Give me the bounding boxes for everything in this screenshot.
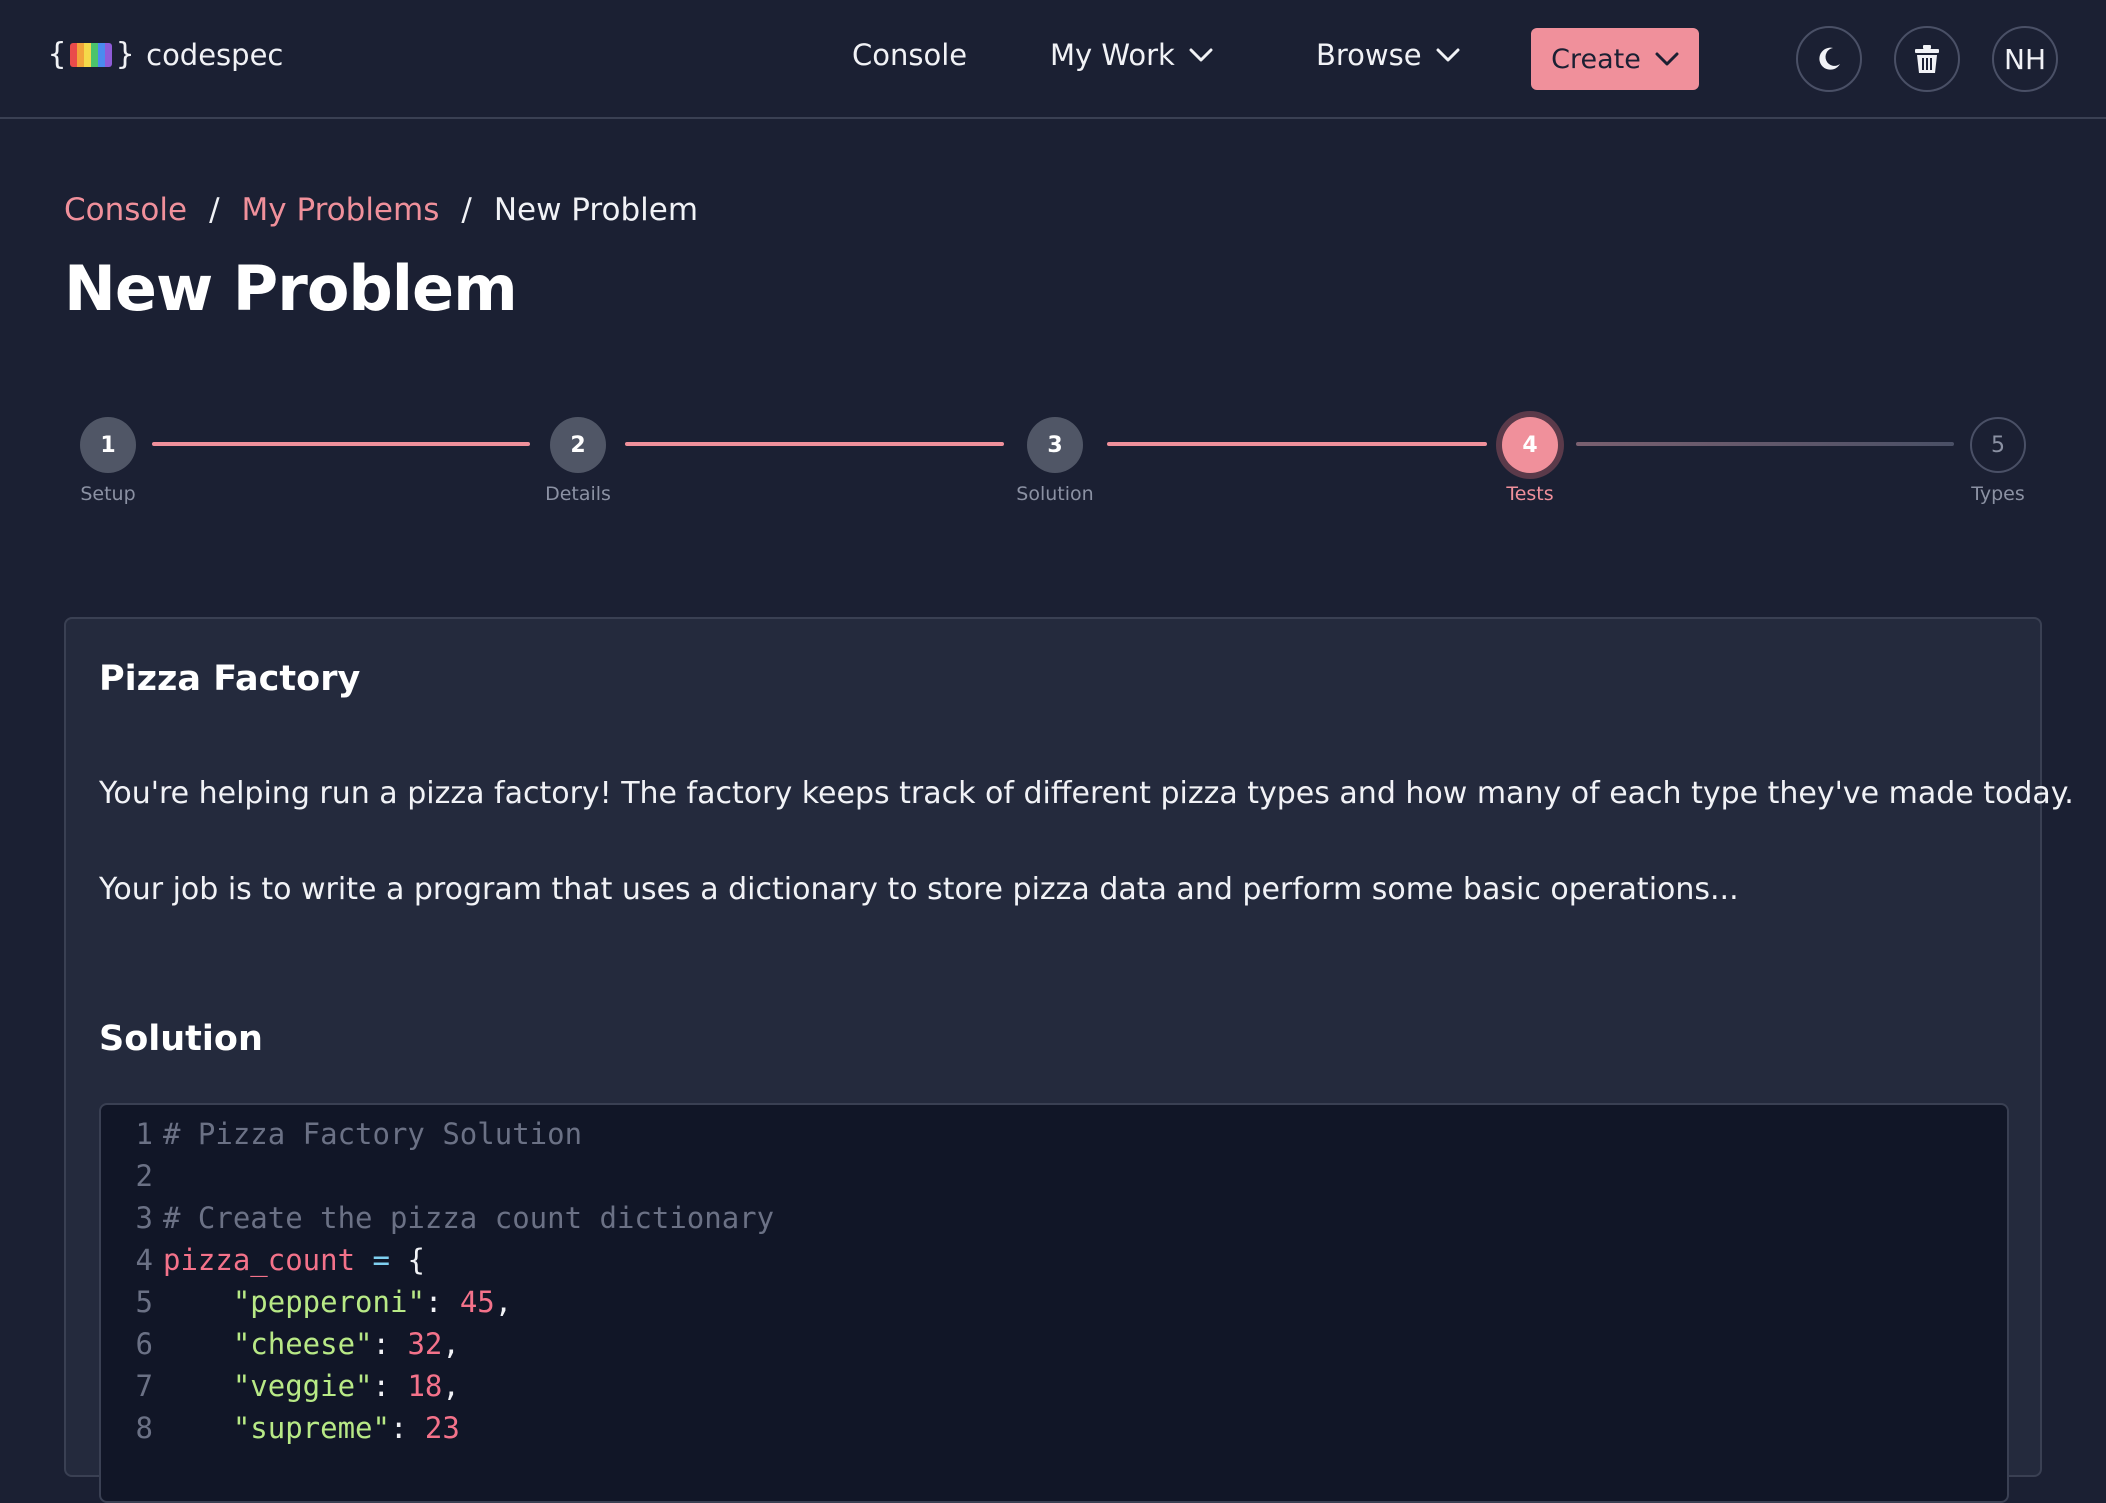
line-number: 5	[135, 1285, 153, 1319]
codespec-logo[interactable]: { } codespec	[48, 37, 283, 72]
code-text: "veggie": 18,	[232, 1369, 460, 1403]
stepper-connector	[625, 442, 1004, 446]
code-text: pizza_count = {	[163, 1243, 425, 1277]
nav-browse-label: Browse	[1316, 38, 1422, 72]
avatar-initials: NH	[2004, 42, 2046, 76]
step-details[interactable]: 2 Details	[518, 417, 638, 505]
logo-text: codespec	[146, 37, 284, 72]
logo-brace-close: }	[116, 37, 135, 72]
page-title: New Problem	[64, 252, 518, 325]
step-label: Solution	[1016, 483, 1094, 505]
problem-description-paragraph: Your job is to write a program that uses…	[99, 872, 1739, 907]
line-number: 6	[135, 1327, 153, 1361]
code-line: 7 "veggie": 18,	[101, 1365, 2007, 1407]
problem-title: Pizza Factory	[99, 659, 361, 699]
stepper-connector	[152, 442, 530, 446]
chevron-down-icon	[1436, 48, 1460, 62]
nav-my-work-label: My Work	[1050, 38, 1175, 72]
step-number: 1	[80, 417, 136, 473]
code-line: 2	[101, 1155, 2007, 1197]
code-line: 5 "pepperoni": 45,	[101, 1281, 2007, 1323]
trash-icon	[1915, 45, 1939, 73]
top-navigation-bar: { } codespec Console My Work Browse Crea…	[0, 0, 2106, 119]
solution-code-editor[interactable]: 1 # Pizza Factory Solution 2 3 # Create th…	[99, 1103, 2009, 1503]
create-button[interactable]: Create	[1531, 28, 1699, 90]
nav-console-label: Console	[852, 38, 968, 72]
code-line: 1 # Pizza Factory Solution	[101, 1113, 2007, 1155]
solution-heading: Solution	[99, 1019, 263, 1059]
line-number: 2	[135, 1159, 153, 1193]
breadcrumb-current: New Problem	[493, 192, 699, 228]
breadcrumb-my-problems-link[interactable]: My Problems	[242, 192, 440, 228]
chevron-down-icon	[1189, 48, 1213, 62]
step-types[interactable]: 5 Types	[1938, 417, 2058, 505]
create-button-label: Create	[1551, 43, 1641, 75]
code-line: 8 "supreme": 23	[101, 1407, 2007, 1449]
step-label: Details	[545, 483, 611, 505]
moon-icon	[1819, 47, 1840, 70]
user-avatar[interactable]: NH	[1992, 26, 2058, 92]
chevron-down-icon	[1655, 52, 1679, 66]
code-text: "cheese": 32,	[232, 1327, 460, 1361]
code-line: 4 pizza_count = {	[101, 1239, 2007, 1281]
step-number: 3	[1027, 417, 1083, 473]
breadcrumb-separator: /	[209, 192, 220, 228]
step-setup[interactable]: 1 Setup	[48, 417, 168, 505]
step-label: Setup	[80, 483, 136, 505]
code-text: "pepperoni": 45,	[232, 1285, 513, 1319]
line-number: 8	[135, 1411, 153, 1445]
breadcrumb-separator: /	[461, 192, 472, 228]
step-tests[interactable]: 4 Tests	[1470, 417, 1590, 505]
delete-button[interactable]	[1894, 26, 1960, 92]
line-number: 4	[135, 1243, 153, 1277]
code-text: "supreme": 23	[232, 1411, 460, 1445]
code-text: # Create the pizza count dictionary	[163, 1201, 775, 1235]
theme-toggle-button[interactable]	[1796, 26, 1862, 92]
nav-my-work-dropdown[interactable]: My Work	[1050, 38, 1213, 72]
line-number: 7	[135, 1369, 153, 1403]
stepper-connector	[1107, 442, 1487, 446]
code-text: # Pizza Factory Solution	[163, 1117, 583, 1151]
step-number: 2	[550, 417, 606, 473]
nav-console-link[interactable]: Console	[852, 38, 967, 72]
breadcrumb-console-link[interactable]: Console	[64, 192, 187, 228]
step-solution[interactable]: 3 Solution	[995, 417, 1115, 505]
logo-brace-open: {	[48, 37, 67, 72]
breadcrumb: Console / My Problems / New Problem	[64, 192, 698, 228]
step-number: 4	[1502, 417, 1558, 473]
problem-card: Pizza Factory You're helping run a pizza…	[64, 617, 2074, 1503]
problem-description-paragraph: You're helping run a pizza factory! The …	[99, 776, 2074, 811]
code-line: 3 # Create the pizza count dictionary	[101, 1197, 2007, 1239]
logo-rainbow-icon	[70, 42, 113, 67]
nav-browse-dropdown[interactable]: Browse	[1316, 38, 1460, 72]
step-label: Tests	[1506, 483, 1554, 505]
step-label: Types	[1971, 483, 2025, 505]
step-number: 5	[1970, 417, 2026, 473]
stepper-connector	[1576, 442, 1954, 446]
code-line: 6 "cheese": 32,	[101, 1323, 2007, 1365]
line-number: 3	[135, 1201, 153, 1235]
line-number: 1	[135, 1117, 153, 1151]
